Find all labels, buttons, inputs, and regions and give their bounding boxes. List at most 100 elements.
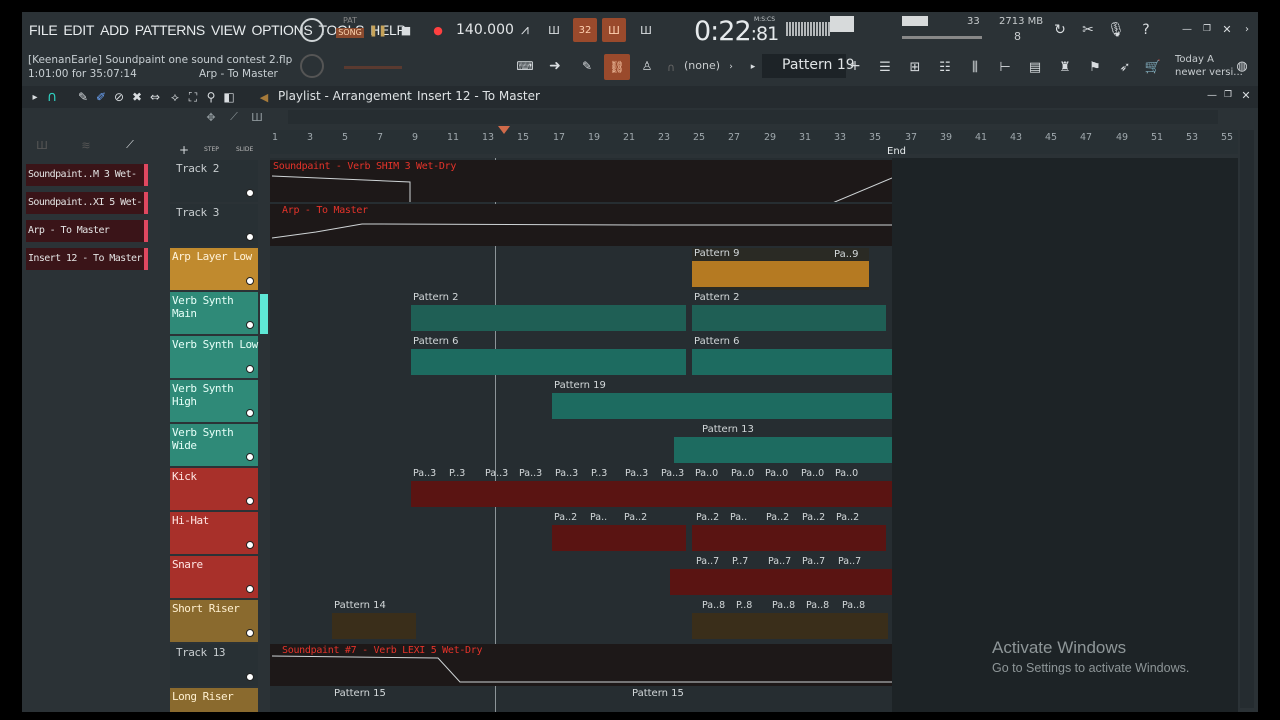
curve-icon[interactable]: ⟋	[225, 110, 243, 124]
track-mute-dot[interactable]	[246, 277, 254, 285]
playlist-target[interactable]: Insert 12 - To Master	[417, 89, 540, 103]
pattern-clip[interactable]: Pattern 2	[411, 292, 686, 334]
pen-icon[interactable]: ✎	[576, 58, 598, 74]
snare-clips[interactable]: Pa..7 P..7 Pa..7 Pa..7 Pa..7	[670, 556, 892, 598]
timeline-ruler[interactable]: 1 3 5 7 9 11 13 15 17 19 21 23 25 27 29 …	[270, 126, 1238, 154]
record-icon[interactable]: ●	[428, 20, 448, 40]
zoom-icon[interactable]: ⚲	[204, 89, 218, 105]
chevron-right-icon[interactable]: ›	[1240, 22, 1254, 36]
news-line2[interactable]: newer versi...	[1175, 67, 1243, 78]
restore-icon[interactable]: ❐	[1200, 22, 1214, 36]
track-header-2[interactable]: Track 2	[170, 160, 258, 202]
step-edit-icon[interactable]: Ш	[602, 18, 626, 42]
pattern-clip[interactable]: Pattern 6	[692, 336, 892, 378]
select-icon[interactable]: ⛶	[186, 89, 200, 105]
pattern-clip[interactable]: Pattern 15	[630, 688, 770, 712]
plugin-icon[interactable]: ♜	[1054, 58, 1076, 76]
loop-record-icon[interactable]: Ш	[634, 20, 658, 40]
menu-edit[interactable]: EDIT	[63, 22, 94, 38]
add-pattern-icon[interactable]: +	[848, 58, 862, 74]
track-mute-dot[interactable]	[246, 585, 254, 593]
play-icon[interactable]: ❚❚	[368, 20, 388, 40]
hihat-clips[interactable]: Pa..2 Pa.. Pa..2 Pa..2 Pa.. Pa..2 Pa..2 …	[552, 512, 892, 554]
clip-source-3[interactable]: Arp - To Master	[26, 220, 148, 242]
track-header-verb-low[interactable]: Verb Synth Low	[170, 336, 258, 378]
snap-select[interactable]: (none)	[684, 59, 720, 72]
menu-add[interactable]: ADD	[100, 22, 129, 38]
tempo-slider[interactable]	[344, 66, 402, 69]
add-track-icon[interactable]: +	[178, 143, 190, 157]
rendering-icon[interactable]: ➶	[1114, 58, 1136, 76]
play-small-icon[interactable]: ▸	[748, 60, 758, 74]
countdown-icon[interactable]: 32	[573, 18, 597, 42]
short-riser-clips[interactable]: Pa..8 P..8 Pa..8 Pa..8 Pa..8	[692, 600, 888, 642]
browser-icon[interactable]: ⊢	[994, 58, 1016, 76]
tempo-tapper-icon[interactable]: ⚑	[1084, 58, 1106, 76]
pencil-icon[interactable]: ✎	[76, 89, 90, 105]
refresh-icon[interactable]: ↻	[1050, 20, 1070, 40]
track-header-arp[interactable]: Arp Layer Low	[170, 248, 258, 290]
pattern-clip[interactable]: Pattern 2	[692, 292, 886, 334]
track-mute-dot[interactable]	[246, 673, 254, 681]
pattern-clip[interactable]: Pattern 13	[674, 424, 892, 466]
track-mute-dot[interactable]	[246, 321, 254, 329]
pat-song-switch[interactable]: PAT SONG	[336, 16, 364, 44]
track-header-verb-high[interactable]: Verb Synth High	[170, 380, 258, 422]
cut-icon[interactable]: ✂	[1078, 20, 1098, 40]
vertical-scrollbar[interactable]	[1240, 130, 1254, 708]
slice-icon[interactable]: ⟡	[168, 89, 182, 105]
piano-icon[interactable]: Ш	[34, 138, 50, 152]
track-header-hihat[interactable]: Hi-Hat	[170, 512, 258, 554]
brush-icon[interactable]: ✐	[94, 89, 108, 105]
track-header-13[interactable]: Track 13	[170, 644, 258, 686]
magnet-icon[interactable]: ∩	[664, 60, 678, 74]
chevron-right-icon[interactable]: ›	[726, 60, 736, 74]
mute-icon[interactable]: ✖	[130, 89, 144, 105]
track-header-long-riser[interactable]: Long Riser	[170, 688, 258, 712]
track-header-verb-main[interactable]: Verb Synth Main	[170, 292, 258, 334]
kick-clips[interactable]: Pa..3 P..3 Pa..3 Pa..3 Pa..3 P..3 Pa..3 …	[411, 468, 892, 510]
arrange-icon[interactable]: ✥	[202, 110, 220, 124]
playhead-marker[interactable]	[498, 126, 510, 134]
piano-roll-icon[interactable]: ⌨	[514, 58, 536, 74]
pattern-clip[interactable]: Pattern 19	[552, 380, 892, 422]
news-line1[interactable]: Today A	[1175, 54, 1214, 65]
track-mute-dot[interactable]	[246, 629, 254, 637]
close-icon[interactable]: ✕	[1240, 88, 1252, 102]
end-marker[interactable]: End	[887, 146, 906, 157]
stop-icon[interactable]: ■	[396, 20, 416, 40]
pattern-selector[interactable]: Pattern 19	[782, 57, 855, 73]
track-mute-dot[interactable]	[246, 189, 254, 197]
minimize-icon[interactable]: —	[1180, 22, 1194, 36]
restore-icon[interactable]: ❐	[1222, 88, 1234, 102]
clip-source-2[interactable]: Soundpaint..XI 5 Wet-Dry	[26, 192, 148, 230]
track-header-3[interactable]: Track 3	[170, 204, 258, 246]
channel-rack-icon[interactable]: ☷	[934, 58, 956, 76]
track-header-kick[interactable]: Kick	[170, 468, 258, 510]
pattern-clip[interactable]: Pattern 6	[411, 336, 686, 378]
slip-icon[interactable]: ⇔	[148, 89, 162, 105]
menu-file[interactable]: FILE	[29, 22, 58, 38]
master-pitch-knob[interactable]	[300, 54, 324, 78]
file-icon[interactable]: ▤	[1024, 58, 1046, 76]
automation-clip-track13[interactable]: Soundpaint #7 - Verb LEXI 5 Wet-Dry	[270, 644, 892, 686]
track-select-indicator[interactable]	[260, 294, 268, 334]
help-icon[interactable]: ?	[1136, 20, 1156, 40]
track-mute-dot[interactable]	[246, 409, 254, 417]
microphone-icon[interactable]: 🎙	[1106, 20, 1126, 40]
close-icon[interactable]: ✕	[1220, 22, 1234, 36]
link-icon[interactable]: ⛓	[604, 54, 630, 80]
master-volume-knob[interactable]	[300, 18, 324, 42]
pattern-clip[interactable]: Pattern 15	[332, 688, 472, 712]
track-mute-dot[interactable]	[246, 497, 254, 505]
play-small-icon[interactable]: ▸	[28, 89, 42, 105]
automation-icon[interactable]: ⟋	[122, 138, 138, 152]
track-mute-dot[interactable]	[246, 233, 254, 241]
menu-patterns[interactable]: PATTERNS	[135, 22, 206, 38]
shop-icon[interactable]: 🛒	[1142, 58, 1164, 76]
metronome-icon[interactable]: ⩘	[514, 20, 536, 40]
horizontal-scrollbar[interactable]	[288, 110, 1218, 124]
arrow-right-icon[interactable]: ➜	[544, 58, 566, 74]
track-header-short-riser[interactable]: Short Riser	[170, 600, 258, 642]
mixer-icon[interactable]: ⫼	[964, 58, 986, 76]
